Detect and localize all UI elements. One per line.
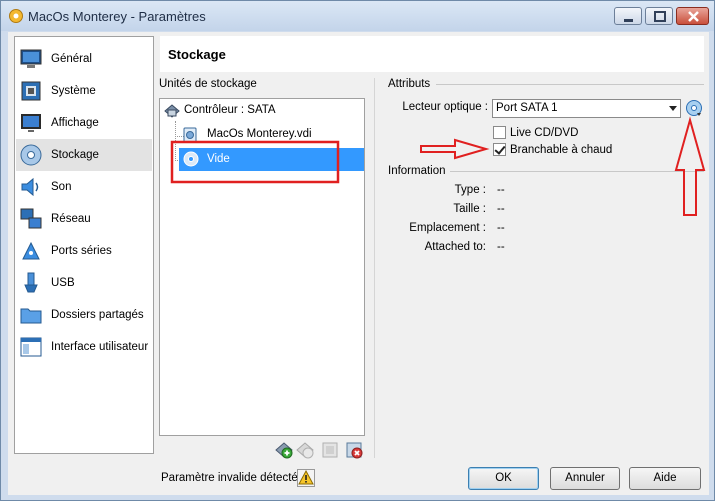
minimize-icon [624,19,633,22]
serial-ports-icon [22,241,40,260]
sidebar-item-system[interactable]: Système [16,75,152,107]
hotplug-label: Branchable à chaud [510,144,613,156]
sidebar-item-shared-folders[interactable]: Dossiers partagés [16,299,152,331]
maximize-button[interactable] [645,7,673,25]
information-divider [450,171,704,172]
close-button[interactable] [676,7,709,25]
sidebar-item-label: Ports séries [51,245,112,257]
info-attached-label: Attached to: [424,241,486,253]
network-icon [20,208,42,229]
tree-item-optical[interactable]: Vide [179,148,364,171]
live-cd-label: Live CD/DVD [510,127,579,139]
optical-label: Vide [207,153,230,165]
remove-attachment-icon[interactable] [345,441,363,459]
tree-branch-line [175,121,176,161]
sidebar-item-label: Système [51,85,96,97]
settings-window: MacOs Monterey - Paramètres Général Syst… [0,0,715,501]
sidebar-item-general[interactable]: Général [16,43,152,75]
panel-separator [374,78,375,458]
storage-units-title: Unités de stockage [159,78,257,90]
attributes-title: Attributs [388,78,431,90]
system-icon [21,81,41,101]
optical-drive-select[interactable]: Port SATA 1 [492,99,681,118]
storage-icon [20,144,42,166]
info-type-label: Type : [454,184,486,196]
display-icon [21,114,41,132]
sidebar-item-label: Stockage [51,149,99,161]
maximize-icon [654,11,666,22]
help-button[interactable]: Aide [629,467,701,490]
attributes-divider [436,84,704,85]
add-attachment-icon[interactable] [321,441,339,459]
info-location-value: -- [497,222,505,234]
optical-drive-label: Lecteur optique : [402,101,488,113]
window-title: MacOs Monterey - Paramètres [28,9,206,24]
cancel-button[interactable]: Annuler [550,467,620,490]
sidebar-item-label: Son [51,181,72,193]
information-title: Information [388,165,446,177]
sidebar-item-serial-ports[interactable]: Ports séries [16,235,152,267]
add-controller-icon[interactable] [275,441,293,459]
sidebar-item-label: Affichage [51,117,99,129]
sidebar-item-user-interface[interactable]: Interface utilisateur [16,331,152,363]
status-message: Paramètre invalide détecté [161,472,298,484]
info-size-label: Taille : [453,203,486,215]
settings-sidebar: Général Système Affichage Stockage Son R… [14,36,154,454]
general-icon [20,49,42,68]
tree-item-disk[interactable]: MacOs Monterey.vdi [182,125,360,145]
info-type-value: -- [497,184,505,196]
shared-folders-icon [20,308,42,324]
choose-disk-icon[interactable] [685,99,703,117]
page-header: Stockage [160,36,704,72]
optical-disc-icon [183,151,199,167]
sidebar-item-label: Général [51,53,92,65]
remove-controller-icon[interactable] [296,441,314,459]
sidebar-item-storage[interactable]: Stockage [16,139,152,171]
sidebar-item-label: Réseau [51,213,91,225]
sidebar-item-display[interactable]: Affichage [16,107,152,139]
user-interface-icon [20,337,42,357]
hard-disk-icon [183,127,197,143]
sidebar-item-label: Dossiers partagés [51,309,144,321]
virtualbox-logo-icon [9,9,23,23]
controller-icon [164,104,180,118]
info-attached-value: -- [497,241,505,253]
sidebar-item-label: Interface utilisateur [51,341,149,353]
info-size-value: -- [497,203,505,215]
live-cd-checkbox[interactable] [493,126,506,139]
tree-item-controller[interactable]: Contrôleur : SATA [164,101,360,121]
sidebar-item-label: USB [51,277,75,289]
sidebar-item-sound[interactable]: Son [16,171,152,203]
usb-icon [24,272,38,293]
ok-button[interactable]: OK [468,467,539,490]
controller-label: Contrôleur : SATA [184,104,276,116]
chevron-down-icon [669,106,677,111]
sound-icon [21,177,39,197]
dialog-client: Général Système Affichage Stockage Son R… [8,32,709,495]
hotplug-checkbox[interactable] [493,143,506,156]
minimize-button[interactable] [614,7,642,25]
title-bar[interactable]: MacOs Monterey - Paramètres [1,1,714,31]
info-location-label: Emplacement : [409,222,486,234]
sidebar-item-network[interactable]: Réseau [16,203,152,235]
sidebar-item-usb[interactable]: USB [16,267,152,299]
close-icon [688,11,699,22]
page-title: Stockage [168,47,226,62]
optical-drive-value: Port SATA 1 [496,102,558,114]
disk-label: MacOs Monterey.vdi [207,128,312,140]
storage-tree[interactable]: Contrôleur : SATA MacOs Monterey.vdi Vid… [159,98,365,436]
warning-icon[interactable] [297,469,315,487]
